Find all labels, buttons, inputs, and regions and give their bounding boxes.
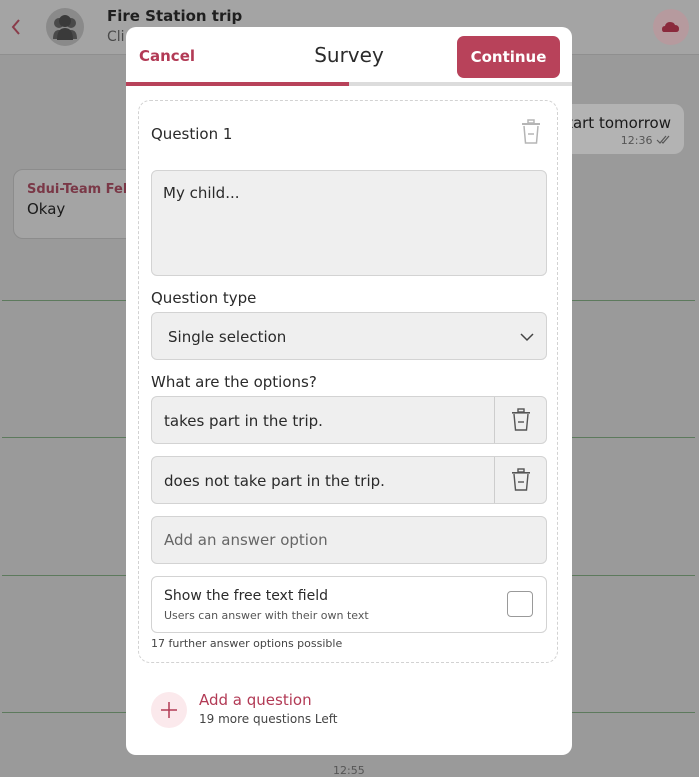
chat-subtitle: Cli [107, 29, 125, 45]
chevron-down-icon [520, 333, 534, 342]
question-card: Question 1 My child... Question type Sin… [138, 100, 558, 663]
group-avatar[interactable] [46, 8, 84, 46]
message-time: 12:55 [333, 764, 365, 777]
question-type-label: Question type [151, 289, 257, 307]
options-label: What are the options? [151, 373, 317, 391]
divider [494, 457, 495, 503]
message-sender: Sdui-Team Felix [27, 182, 141, 197]
free-text-checkbox[interactable] [507, 591, 533, 617]
header-action-button[interactable] [653, 9, 689, 45]
survey-modal: Cancel Survey Continue Question 1 My chi… [126, 27, 572, 755]
question-label: Question 1 [151, 125, 233, 143]
add-question-button[interactable] [151, 692, 187, 728]
progress-fill [126, 82, 349, 86]
answer-option-text: does not take part in the trip. [164, 472, 385, 490]
message-time: 12:36 [621, 134, 672, 147]
free-text-title: Show the free text field [164, 588, 328, 604]
free-text-subtitle: Users can answer with their own text [164, 609, 369, 622]
group-icon [53, 15, 77, 40]
further-options-note: 17 further answer options possible [151, 637, 343, 650]
question-type-value: Single selection [168, 328, 287, 346]
question-type-select[interactable]: Single selection [151, 312, 547, 360]
divider [494, 397, 495, 443]
message-text: Okay [27, 200, 66, 218]
question-text-field[interactable]: My child... [151, 170, 547, 276]
cloud-icon [662, 22, 679, 32]
free-text-toggle[interactable]: Show the free text field Users can answe… [151, 576, 547, 633]
add-question-label[interactable]: Add a question [199, 691, 312, 709]
answer-option-text: takes part in the trip. [164, 412, 323, 430]
continue-button[interactable]: Continue [457, 36, 560, 78]
trash-icon[interactable] [510, 408, 532, 432]
message-text: tart tomorrow [567, 114, 671, 132]
trash-icon[interactable] [519, 119, 543, 145]
chevron-left-icon[interactable] [6, 14, 26, 40]
answer-option[interactable]: does not take part in the trip. [151, 456, 547, 504]
modal-header: Cancel Survey Continue [126, 27, 572, 85]
answer-option[interactable]: takes part in the trip. [151, 396, 547, 444]
chat-title: Fire Station trip [107, 7, 243, 25]
double-check-icon [656, 135, 670, 144]
remaining-questions: 19 more questions Left [199, 712, 338, 726]
plus-icon [161, 702, 177, 718]
trash-icon[interactable] [510, 468, 532, 492]
add-answer-option-input[interactable] [151, 516, 547, 564]
progress-bar [126, 82, 572, 86]
